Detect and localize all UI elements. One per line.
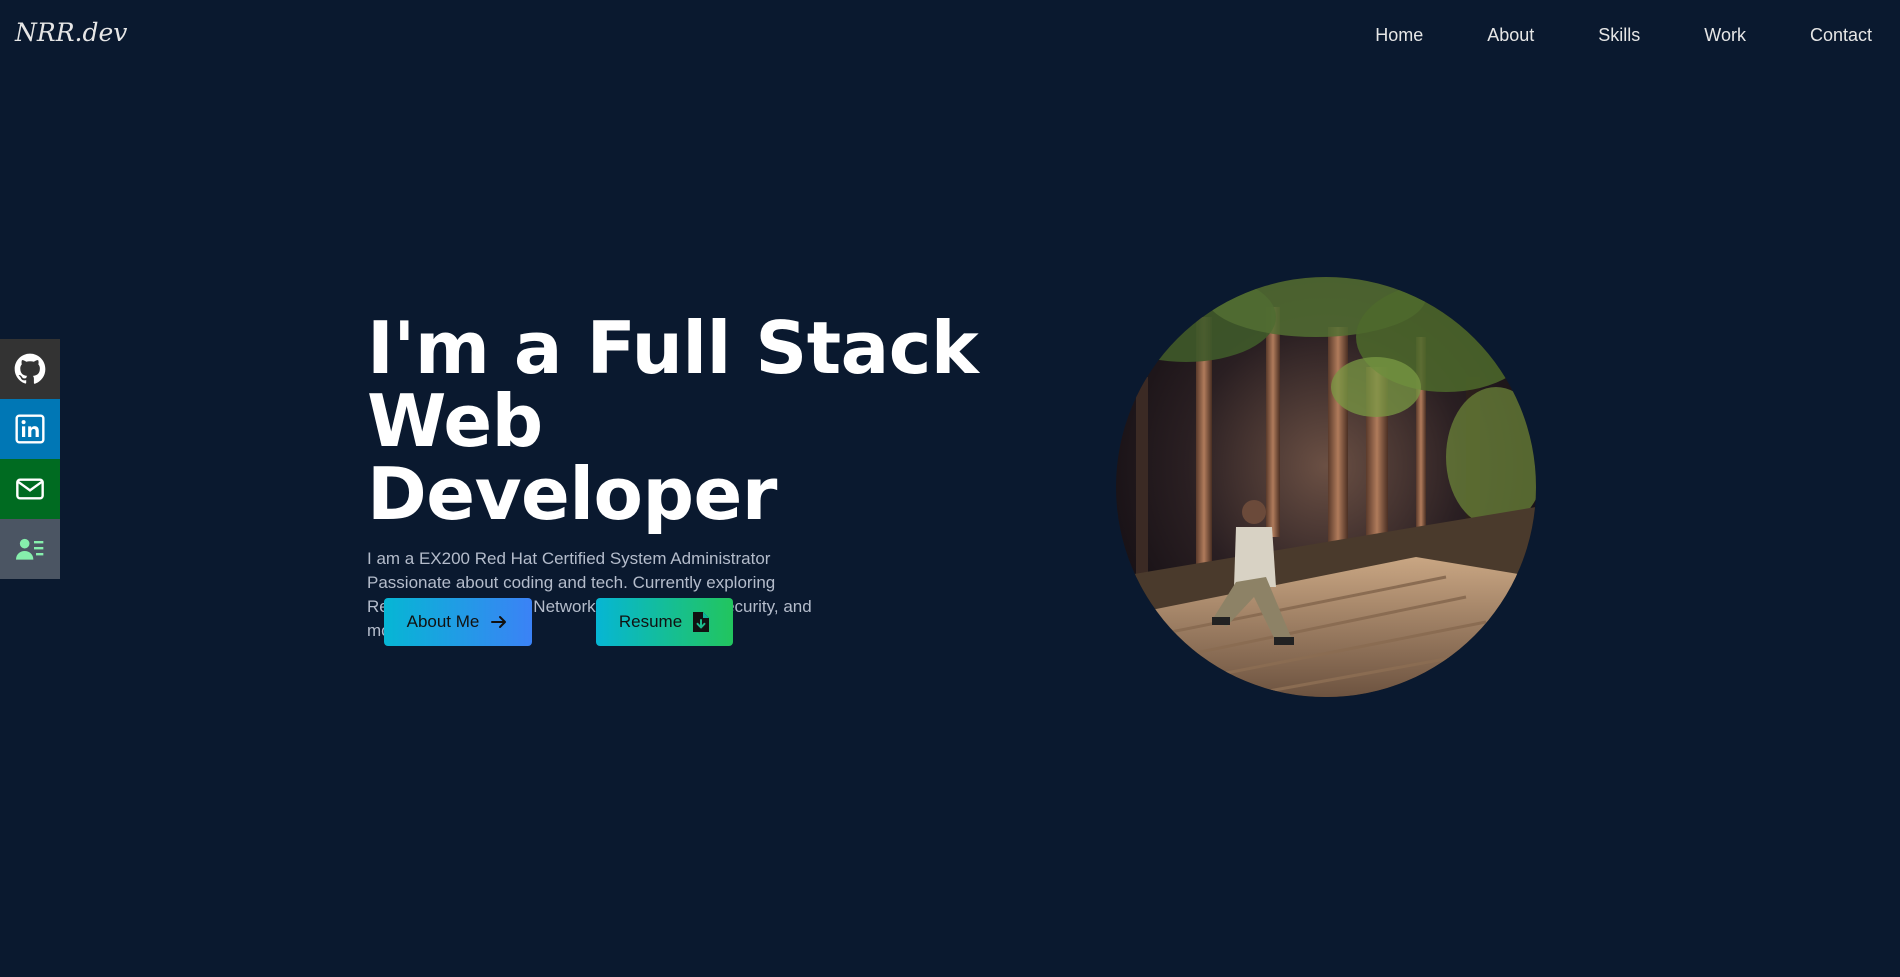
arrow-right-icon [489, 612, 509, 632]
social-link-linkedin[interactable] [0, 399, 60, 459]
resume-button[interactable]: Resume [596, 598, 733, 646]
nav-link-contact[interactable]: Contact [1810, 25, 1872, 46]
resume-button-label: Resume [618, 612, 683, 631]
resume-icon [16, 538, 44, 560]
profile-photo [1116, 277, 1536, 697]
navbar: NRR.dev Home About Skills Work Contact [0, 0, 1900, 70]
file-download-icon [692, 611, 710, 633]
nav-link-home[interactable]: Home [1375, 25, 1423, 46]
hero-title-line-2: Developer [367, 452, 777, 536]
nav-link-work[interactable]: Work [1704, 25, 1746, 46]
about-me-button-label: About Me [406, 612, 480, 631]
mail-icon [16, 478, 44, 500]
about-me-button[interactable]: About Me [384, 598, 532, 646]
hero-section: I'm a Full Stack Web Developer I am a EX… [367, 312, 1087, 643]
social-link-github[interactable] [0, 339, 60, 399]
linkedin-icon [15, 414, 45, 444]
site-logo[interactable]: NRR.dev [15, 18, 127, 47]
github-icon [14, 353, 46, 384]
hero-title: I'm a Full Stack Web Developer [367, 312, 1087, 531]
social-link-resume[interactable] [0, 519, 60, 579]
nav-link-about[interactable]: About [1487, 25, 1534, 46]
social-link-mail[interactable] [0, 459, 60, 519]
hero-title-line-1: I'm a Full Stack Web [367, 306, 979, 463]
social-links-bar [0, 339, 60, 579]
nav-link-skills[interactable]: Skills [1598, 25, 1640, 46]
nav-links: Home About Skills Work Contact [1311, 0, 1872, 70]
